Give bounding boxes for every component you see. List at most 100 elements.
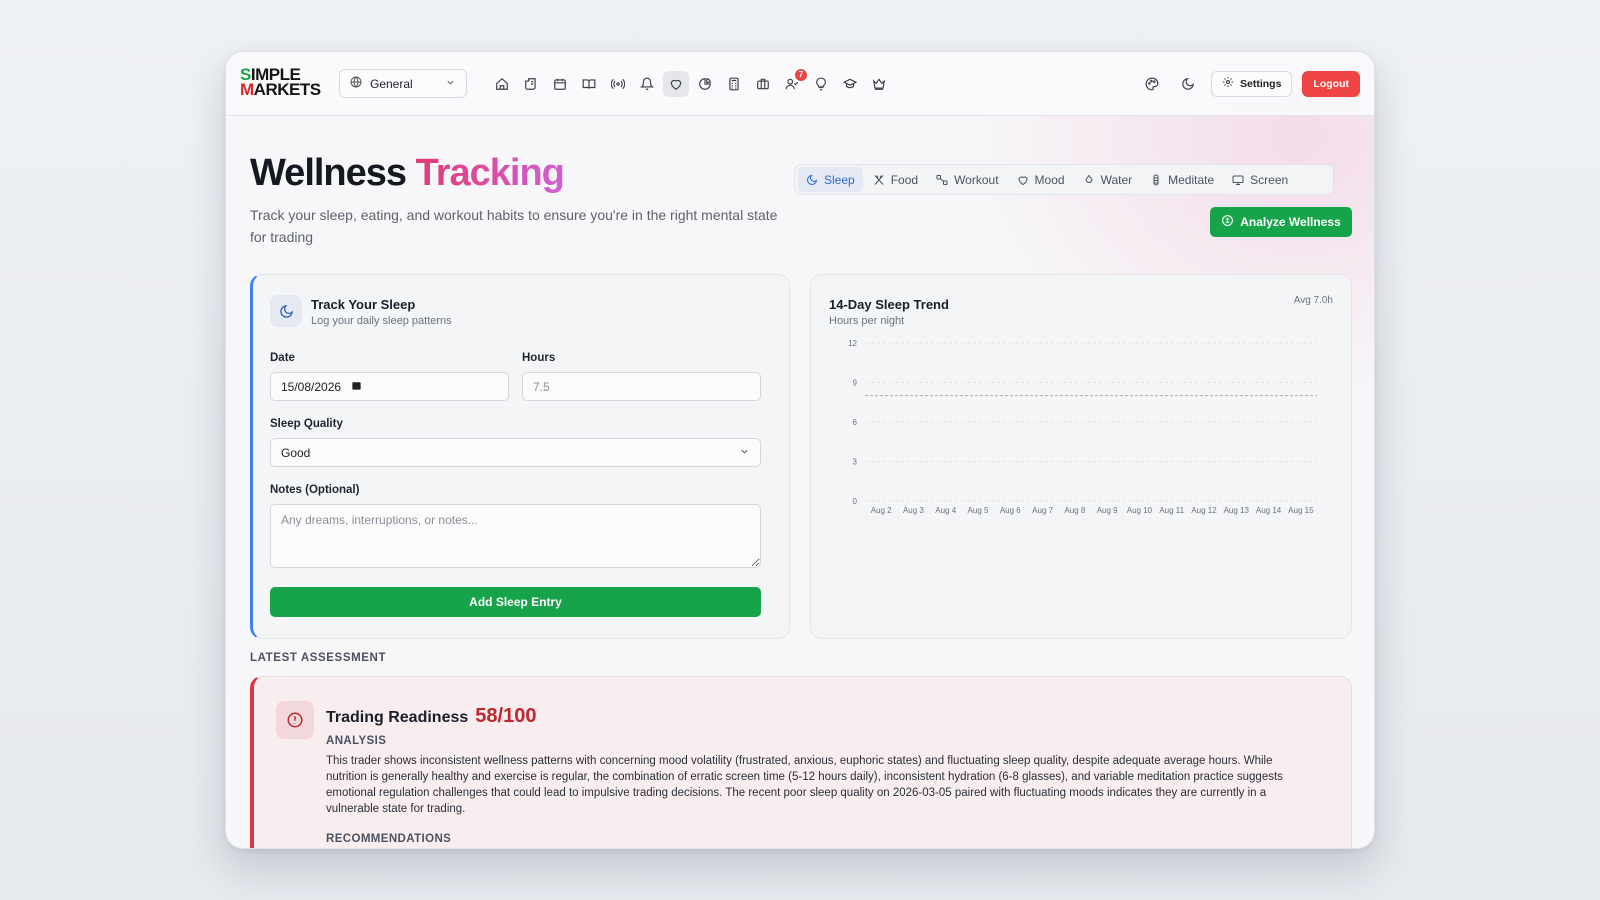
x-tick-label: Aug 12 [1191,506,1217,515]
scroll-icon[interactable] [518,71,544,97]
logo-m: M [240,79,254,99]
date-label: Date [270,352,295,364]
tab-water[interactable]: Water [1075,167,1141,192]
analyze-wellness-button[interactable]: Analyze Wellness [1210,207,1352,237]
readiness-score: 58/100 [475,705,537,727]
tab-mood[interactable]: Mood [1009,167,1073,192]
meditate-icon [1153,174,1159,185]
sleep-quality-label: Sleep Quality [270,418,343,430]
tab-screen[interactable]: Screen [1224,167,1296,192]
track-sleep-subtitle: Log your daily sleep patterns [311,315,452,327]
x-tick-label: Aug 13 [1224,506,1250,515]
brain-icon [1221,214,1234,230]
tab-food[interactable]: Food [865,167,926,192]
crown-icon[interactable] [866,71,892,97]
tab-workout[interactable]: Workout [928,167,1006,192]
x-tick-label: Aug 2 [871,506,892,515]
moon-icon[interactable] [1175,71,1201,97]
nav-icon-row: 7 [489,68,892,97]
logo[interactable]: SIMPLE MARKETS [240,66,321,101]
utensils-icon [874,174,884,185]
tab-label: Screen [1250,172,1289,187]
track-sleep-card: Track Your Sleep Log your daily sleep pa… [250,274,790,639]
track-sleep-title: Track Your Sleep [311,297,416,312]
chevron-down-icon [739,446,750,460]
y-tick-label: 6 [853,418,858,427]
hours-input[interactable] [522,372,761,401]
tab-sleep[interactable]: Sleep [798,167,863,192]
workspace-select[interactable]: General [339,69,467,98]
graduation-cap-icon[interactable] [837,71,863,97]
palette-icon[interactable] [1139,71,1165,97]
logo-line2: ARKETS [253,79,321,99]
chevron-down-icon [445,77,456,91]
sleep-quality-value: Good [281,445,311,460]
nav-right: Settings Logout [1139,70,1360,97]
tab-meditate[interactable]: Meditate [1142,167,1222,192]
sleep-trend-card: 14-Day Sleep Trend Hours per night Avg 7… [810,274,1352,639]
recommendations-heading: RECOMMENDATIONS [326,833,452,845]
monitor-icon [1232,175,1244,185]
lightbulb-icon[interactable] [808,71,834,97]
notes-textarea[interactable] [270,504,761,568]
logout-button[interactable]: Logout [1302,70,1360,97]
briefcase-icon[interactable] [750,71,776,97]
x-tick-label: Aug 9 [1097,506,1118,515]
hours-label: Hours [522,352,556,364]
add-sleep-entry-button[interactable]: Add Sleep Entry [270,587,761,617]
gear-icon [1222,76,1234,91]
analysis-heading: ANALYSIS [326,735,387,747]
x-tick-label: Aug 14 [1256,506,1282,515]
alert-circle-icon [276,701,314,739]
x-tick-label: Aug 5 [968,506,989,515]
x-tick-label: Aug 6 [1000,506,1021,515]
x-tick-label: Aug 15 [1288,506,1314,515]
page-subtitle: Track your sleep, eating, and workout ha… [250,207,778,245]
moon-icon [807,174,818,185]
heart-icon[interactable] [663,70,689,97]
globe-icon [350,76,362,91]
trading-readiness-title: Trading Readiness [326,709,469,726]
page-title-plain: Wellness [250,152,407,194]
average-label: Avg 7.0h [1293,295,1333,306]
date-value: 15/08/2026 [281,379,342,394]
home-icon[interactable] [489,71,515,97]
broadcast-icon[interactable] [605,71,631,97]
moon-icon [270,295,302,327]
calendar-icon[interactable] [547,71,573,97]
tab-label: Meditate [1168,172,1215,187]
x-tick-label: Aug 11 [1159,506,1184,515]
x-tick-label: Aug 7 [1032,506,1053,515]
calculator-icon[interactable] [721,71,747,97]
tab-label: Mood [1034,172,1065,187]
sleep-quality-select[interactable]: Good [270,438,761,467]
notification-badge: 7 [795,68,807,81]
trading-readiness-heading: Trading Readiness 58/100 [326,705,536,728]
assessment-card: Trading Readiness 58/100 ANALYSIS This t… [250,676,1352,848]
y-tick-label: 0 [853,497,858,506]
droplet-icon [1085,174,1093,183]
x-tick-label: Aug 10 [1127,506,1153,515]
workspace-name: General [370,76,413,91]
sleep-trend-chart: 0 3 6 9 12 Aug 2 Aug 3 Aug 4 Aug 5 Aug 6 Aug 7 Aug … [848,339,1317,515]
y-tick-label: 3 [853,458,858,467]
book-icon[interactable] [576,71,602,97]
settings-button[interactable]: Settings [1211,70,1293,97]
analyze-wellness-label: Analyze Wellness [1240,215,1341,229]
analysis-text: This trader shows inconsistent wellness … [326,755,1283,815]
pie-chart-icon[interactable] [692,71,718,97]
tab-label: Food [890,172,919,187]
tab-label: Sleep [824,172,855,187]
page-title: Wellness Tracking [250,152,565,195]
top-navigation: SIMPLE MARKETS General 7 Settings Logout [226,52,1374,116]
y-tick-label: 9 [853,379,858,388]
date-input[interactable]: 15/08/2026 [270,372,509,401]
tab-label: Workout [954,172,999,187]
settings-label: Settings [1240,77,1282,90]
bell-icon[interactable] [634,71,660,97]
dumbbell-icon [936,174,948,185]
tab-label: Water [1100,172,1133,187]
app-window: SIMPLE MARKETS General 7 Settings Logout… [225,51,1375,849]
users-icon[interactable]: 7 [779,68,807,97]
x-tick-label: Aug 3 [903,506,924,515]
